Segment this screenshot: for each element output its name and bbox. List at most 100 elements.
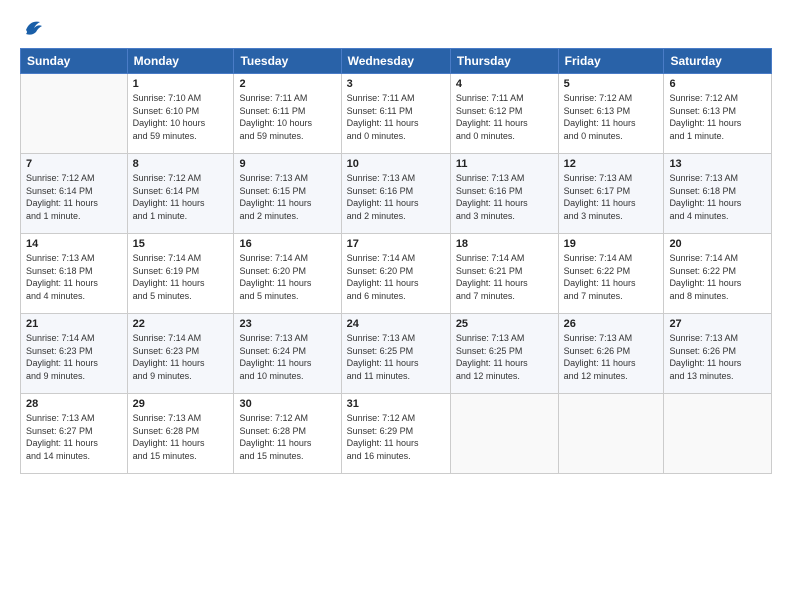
- day-info: Sunrise: 7:12 AMSunset: 6:28 PMDaylight:…: [239, 412, 335, 462]
- calendar-cell: 29Sunrise: 7:13 AMSunset: 6:28 PMDayligh…: [127, 394, 234, 474]
- day-info: Sunrise: 7:13 AMSunset: 6:27 PMDaylight:…: [26, 412, 122, 462]
- calendar-table: SundayMondayTuesdayWednesdayThursdayFrid…: [20, 48, 772, 474]
- day-info: Sunrise: 7:13 AMSunset: 6:25 PMDaylight:…: [347, 332, 445, 382]
- day-info: Sunrise: 7:13 AMSunset: 6:26 PMDaylight:…: [669, 332, 766, 382]
- calendar-cell: 12 Sunrise: 7:13 AMSunset: 6:17 PMDayligh…: [558, 154, 664, 234]
- day-number: 30: [239, 398, 335, 410]
- day-info: Sunrise: 7:11 AMSunset: 6:12 PMDaylight:…: [456, 92, 553, 142]
- day-info: Sunrise: 7:13 AMSunset: 6:25 PMDaylight:…: [456, 332, 553, 382]
- day-number: 18: [456, 238, 553, 250]
- day-info: Sunrise: 7:12 AMSunset: 6:14 PMDaylight:…: [26, 172, 122, 222]
- day-number: 19: [564, 238, 659, 250]
- calendar-cell: 3 Sunrise: 7:11 AMSunset: 6:11 PMDaylight…: [341, 74, 450, 154]
- day-number: 25: [456, 318, 553, 330]
- day-info: Sunrise: 7:13 AMSunset: 6:16 PMDaylight:…: [347, 172, 445, 222]
- day-number: 6: [669, 78, 766, 90]
- calendar-cell: 25 Sunrise: 7:13 AMSunset: 6:25 PMDayligh…: [450, 314, 558, 394]
- day-header-saturday: Saturday: [664, 49, 772, 74]
- day-header-sunday: Sunday: [21, 49, 128, 74]
- day-info: Sunrise: 7:14 AMSunset: 6:22 PMDaylight:…: [669, 252, 766, 302]
- calendar-cell: [450, 394, 558, 474]
- day-info: Sunrise: 7:13 AMSunset: 6:18 PMDaylight:…: [26, 252, 122, 302]
- calendar-cell: 20 Sunrise: 7:14 AMSunset: 6:22 PMDayligh…: [664, 234, 772, 314]
- day-header-friday: Friday: [558, 49, 664, 74]
- day-number: 22: [133, 318, 229, 330]
- calendar-cell: 30 Sunrise: 7:12 AMSunset: 6:28 PMDayligh…: [234, 394, 341, 474]
- day-number: 7: [26, 158, 122, 170]
- day-header-monday: Monday: [127, 49, 234, 74]
- day-info: Sunrise: 7:14 AMSunset: 6:22 PMDaylight:…: [564, 252, 659, 302]
- day-number: 27: [669, 318, 766, 330]
- day-info: Sunrise: 7:14 AMSunset: 6:23 PMDaylight:…: [133, 332, 229, 382]
- day-info: Sunrise: 7:13 AMSunset: 6:15 PMDaylight:…: [239, 172, 335, 222]
- day-number: 14: [26, 238, 122, 250]
- day-number: 9: [239, 158, 335, 170]
- calendar-container: SundayMondayTuesdayWednesdayThursdayFrid…: [0, 0, 792, 484]
- logo: [20, 16, 44, 38]
- calendar-cell: 18Sunrise: 7:14 AMSunset: 6:21 PMDayligh…: [450, 234, 558, 314]
- day-header-tuesday: Tuesday: [234, 49, 341, 74]
- week-row-1: 1 Sunrise: 7:10 AMSunset: 6:10 PMDaylight…: [21, 74, 772, 154]
- day-number: 29: [133, 398, 229, 410]
- week-row-3: 14 Sunrise: 7:13 AMSunset: 6:18 PMDayligh…: [21, 234, 772, 314]
- calendar-cell: 11 Sunrise: 7:13 AMSunset: 6:16 PMDayligh…: [450, 154, 558, 234]
- calendar-cell: 16 Sunrise: 7:14 AMSunset: 6:20 PMDayligh…: [234, 234, 341, 314]
- day-number: 15: [133, 238, 229, 250]
- calendar-cell: [664, 394, 772, 474]
- day-number: 2: [239, 78, 335, 90]
- calendar-header: [20, 16, 772, 38]
- calendar-cell: 7 Sunrise: 7:12 AMSunset: 6:14 PMDaylight…: [21, 154, 128, 234]
- day-info: Sunrise: 7:14 AMSunset: 6:19 PMDaylight:…: [133, 252, 229, 302]
- calendar-cell: 31Sunrise: 7:12 AMSunset: 6:29 PMDayligh…: [341, 394, 450, 474]
- day-header-thursday: Thursday: [450, 49, 558, 74]
- day-info: Sunrise: 7:14 AMSunset: 6:20 PMDaylight:…: [239, 252, 335, 302]
- day-number: 3: [347, 78, 445, 90]
- calendar-cell: 17 Sunrise: 7:14 AMSunset: 6:20 PMDayligh…: [341, 234, 450, 314]
- day-number: 20: [669, 238, 766, 250]
- day-info: Sunrise: 7:14 AMSunset: 6:23 PMDaylight:…: [26, 332, 122, 382]
- day-info: Sunrise: 7:13 AMSunset: 6:16 PMDaylight:…: [456, 172, 553, 222]
- day-info: Sunrise: 7:10 AMSunset: 6:10 PMDaylight:…: [133, 92, 229, 142]
- day-info: Sunrise: 7:13 AMSunset: 6:18 PMDaylight:…: [669, 172, 766, 222]
- day-info: Sunrise: 7:12 AMSunset: 6:29 PMDaylight:…: [347, 412, 445, 462]
- day-info: Sunrise: 7:14 AMSunset: 6:20 PMDaylight:…: [347, 252, 445, 302]
- logo-bird-icon: [22, 16, 44, 38]
- day-number: 16: [239, 238, 335, 250]
- day-info: Sunrise: 7:12 AMSunset: 6:13 PMDaylight:…: [564, 92, 659, 142]
- day-number: 5: [564, 78, 659, 90]
- calendar-cell: 28 Sunrise: 7:13 AMSunset: 6:27 PMDayligh…: [21, 394, 128, 474]
- day-number: 21: [26, 318, 122, 330]
- day-info: Sunrise: 7:12 AMSunset: 6:14 PMDaylight:…: [133, 172, 229, 222]
- day-number: 23: [239, 318, 335, 330]
- day-header-wednesday: Wednesday: [341, 49, 450, 74]
- week-row-2: 7 Sunrise: 7:12 AMSunset: 6:14 PMDaylight…: [21, 154, 772, 234]
- day-number: 11: [456, 158, 553, 170]
- calendar-cell: [558, 394, 664, 474]
- calendar-cell: 15 Sunrise: 7:14 AMSunset: 6:19 PMDayligh…: [127, 234, 234, 314]
- calendar-cell: 1 Sunrise: 7:10 AMSunset: 6:10 PMDaylight…: [127, 74, 234, 154]
- calendar-cell: 5 Sunrise: 7:12 AMSunset: 6:13 PMDaylight…: [558, 74, 664, 154]
- day-number: 17: [347, 238, 445, 250]
- day-number: 8: [133, 158, 229, 170]
- day-info: Sunrise: 7:13 AMSunset: 6:24 PMDaylight:…: [239, 332, 335, 382]
- day-info: Sunrise: 7:11 AMSunset: 6:11 PMDaylight:…: [347, 92, 445, 142]
- calendar-cell: 19 Sunrise: 7:14 AMSunset: 6:22 PMDayligh…: [558, 234, 664, 314]
- day-info: Sunrise: 7:13 AMSunset: 6:17 PMDaylight:…: [564, 172, 659, 222]
- calendar-cell: 21 Sunrise: 7:14 AMSunset: 6:23 PMDayligh…: [21, 314, 128, 394]
- day-number: 1: [133, 78, 229, 90]
- calendar-cell: 26 Sunrise: 7:13 AMSunset: 6:26 PMDayligh…: [558, 314, 664, 394]
- calendar-cell: 22 Sunrise: 7:14 AMSunset: 6:23 PMDayligh…: [127, 314, 234, 394]
- calendar-cell: 2Sunrise: 7:11 AMSunset: 6:11 PMDaylight…: [234, 74, 341, 154]
- calendar-cell: 4 Sunrise: 7:11 AMSunset: 6:12 PMDaylight…: [450, 74, 558, 154]
- day-number: 4: [456, 78, 553, 90]
- day-number: 12: [564, 158, 659, 170]
- calendar-cell: 24 Sunrise: 7:13 AMSunset: 6:25 PMDayligh…: [341, 314, 450, 394]
- calendar-cell: 6Sunrise: 7:12 AMSunset: 6:13 PMDaylight…: [664, 74, 772, 154]
- header-row: SundayMondayTuesdayWednesdayThursdayFrid…: [21, 49, 772, 74]
- day-number: 24: [347, 318, 445, 330]
- day-number: 28: [26, 398, 122, 410]
- day-number: 26: [564, 318, 659, 330]
- calendar-cell: 23 Sunrise: 7:13 AMSunset: 6:24 PMDayligh…: [234, 314, 341, 394]
- day-info: Sunrise: 7:13 AMSunset: 6:26 PMDaylight:…: [564, 332, 659, 382]
- calendar-cell: 8 Sunrise: 7:12 AMSunset: 6:14 PMDaylight…: [127, 154, 234, 234]
